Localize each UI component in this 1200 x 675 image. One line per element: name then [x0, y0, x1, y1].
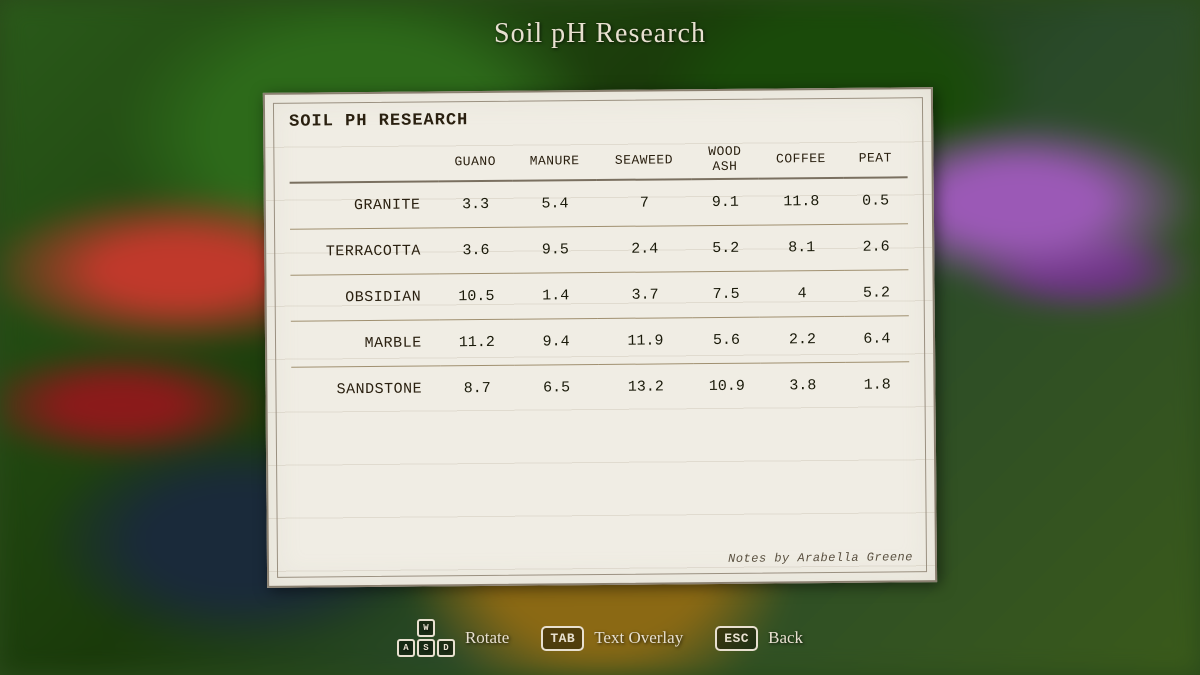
cell-sandstone-coffee: 3.8: [761, 362, 846, 408]
table-row: Terracotta 3.6 9.5 2.4 5.2 8.1 2.6: [290, 224, 908, 275]
cell-terracotta-seaweed: 2.4: [597, 226, 692, 273]
cell-terracotta-manure: 9.5: [513, 227, 598, 274]
cell-sandstone-manure: 6.5: [514, 365, 599, 411]
cell-obsidian-manure: 1.4: [513, 273, 598, 320]
cell-obsidian-seaweed: 3.7: [598, 272, 693, 319]
col-header-empty: [289, 138, 438, 182]
cell-granite-seaweed: 7: [597, 179, 692, 226]
control-back: ESC Back: [715, 626, 803, 651]
cell-sandstone-woodash: 10.9: [693, 363, 761, 409]
cell-granite-woodash: 9.1: [691, 179, 759, 226]
cell-terracotta-coffee: 8.1: [759, 224, 844, 271]
rotate-label: Rotate: [465, 628, 509, 648]
attribution: Notes by Arabella Greene: [728, 550, 913, 566]
cell-granite-coffee: 11.8: [759, 178, 844, 225]
cell-marble-woodash: 5.6: [692, 317, 760, 364]
cell-granite-guano: 3.3: [438, 181, 513, 228]
col-header-coffee: Coffee: [759, 135, 844, 179]
row-label-obsidian: Obsidian: [290, 274, 439, 321]
key-s: S: [417, 639, 435, 657]
cell-obsidian-woodash: 7.5: [692, 271, 760, 318]
paper-container: Soil pH Research Guano Manure Seaweed Wo…: [265, 90, 935, 585]
back-label: Back: [768, 628, 803, 648]
table-row: Obsidian 10.5 1.4 3.7 7.5 4 5.2: [290, 270, 908, 321]
controls-bar: W A S D Rotate TAB Text Overlay ESC Back: [0, 619, 1200, 657]
cell-marble-seaweed: 11.9: [598, 318, 693, 365]
col-header-peat: Peat: [843, 134, 908, 178]
key-a: A: [397, 639, 415, 657]
row-label-sandstone: Sandstone: [291, 366, 440, 413]
col-header-manure: Manure: [512, 137, 597, 181]
table-row: Sandstone 8.7 6.5 13.2 10.9 3.8 1.8: [291, 362, 909, 413]
tab-key-badge[interactable]: TAB: [541, 626, 584, 651]
paper-notecard: Soil pH Research Guano Manure Seaweed Wo…: [263, 87, 937, 588]
wasd-key-icon[interactable]: W A S D: [397, 619, 455, 657]
cell-terracotta-woodash: 5.2: [692, 225, 760, 272]
key-d: D: [437, 639, 455, 657]
table-header-row: Guano Manure Seaweed WoodAsh Coffee: [289, 134, 907, 182]
cell-sandstone-seaweed: 13.2: [599, 364, 694, 410]
col-header-guano: Guano: [438, 138, 513, 182]
col-header-wood-ash: WoodAsh: [691, 136, 759, 180]
cell-sandstone-peat: 1.8: [845, 362, 910, 408]
cell-marble-manure: 9.4: [514, 319, 599, 366]
cell-terracotta-guano: 3.6: [439, 227, 514, 274]
row-label-granite: Granite: [290, 181, 439, 229]
control-rotate: W A S D Rotate: [397, 619, 509, 657]
research-table: Guano Manure Seaweed WoodAsh Coffee: [289, 134, 909, 412]
cell-marble-coffee: 2.2: [760, 316, 845, 363]
cell-granite-peat: 0.5: [843, 177, 908, 224]
esc-key-badge[interactable]: ESC: [715, 626, 758, 651]
table-row: Granite 3.3 5.4 7 9.1 11.8 0.5: [290, 177, 908, 229]
key-w: W: [417, 619, 435, 637]
cell-marble-guano: 11.2: [439, 319, 514, 366]
cell-obsidian-peat: 5.2: [844, 270, 909, 317]
page-title: Soil pH Research: [0, 18, 1200, 50]
cell-terracotta-peat: 2.6: [844, 224, 909, 271]
text-overlay-label: Text Overlay: [594, 628, 683, 648]
cell-obsidian-guano: 10.5: [439, 273, 514, 320]
table-title: Soil pH Research: [289, 107, 907, 131]
row-label-marble: Marble: [291, 320, 440, 367]
cell-obsidian-coffee: 4: [760, 270, 845, 317]
cell-granite-manure: 5.4: [513, 180, 598, 227]
cell-marble-peat: 6.4: [844, 316, 909, 363]
control-text-overlay: TAB Text Overlay: [541, 626, 683, 651]
table-row: Marble 11.2 9.4 11.9 5.6 2.2 6.4: [291, 316, 909, 367]
row-label-terracotta: Terracotta: [290, 228, 439, 275]
col-header-seaweed: Seaweed: [597, 136, 692, 180]
cell-sandstone-guano: 8.7: [440, 365, 515, 411]
